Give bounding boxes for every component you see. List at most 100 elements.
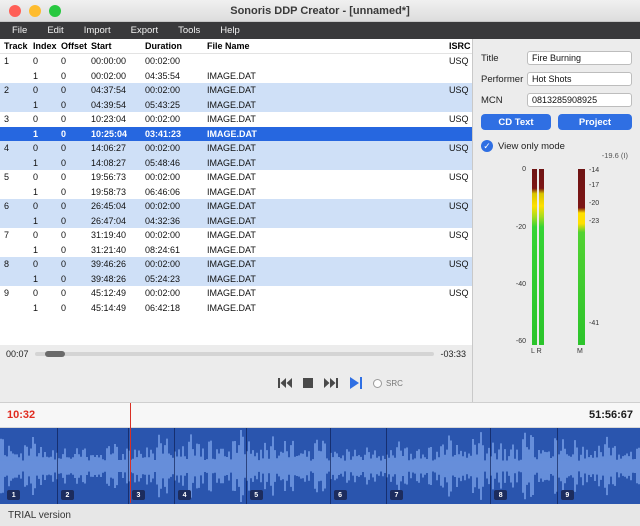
scrub-slider[interactable] xyxy=(35,352,435,356)
column-header-index[interactable]: Index xyxy=(29,41,57,51)
table-body: 10000:00:0000:02:00USQ1000:02:0004:35:54… xyxy=(0,54,472,315)
table-row[interactable]: 1045:14:4906:42:18IMAGE.DAT xyxy=(0,301,472,316)
table-row[interactable]: 1000:02:0004:35:54IMAGE.DAT xyxy=(0,69,472,84)
cell-offset: 0 xyxy=(57,274,87,284)
column-header-duration[interactable]: Duration xyxy=(141,41,203,51)
column-header-file-name[interactable]: File Name xyxy=(203,41,445,51)
menu-item-export[interactable]: Export xyxy=(121,22,168,39)
cell-track: 9 xyxy=(0,288,29,298)
playhead-line[interactable] xyxy=(130,403,132,503)
menu-item-file[interactable]: File xyxy=(2,22,37,39)
column-header-offset[interactable]: Offset xyxy=(57,41,87,51)
cell-start: 10:23:04 xyxy=(87,114,141,124)
cell-offset: 0 xyxy=(57,56,87,66)
table-row[interactable]: 1031:21:4008:24:61IMAGE.DAT xyxy=(0,243,472,258)
cell-offset: 0 xyxy=(57,259,87,269)
cell-start: 39:46:26 xyxy=(87,259,141,269)
cell-file: IMAGE.DAT xyxy=(203,129,445,139)
trial-version-label: TRIAL version xyxy=(8,510,71,521)
meter-bar-right xyxy=(539,169,544,345)
column-header-start[interactable]: Start xyxy=(87,41,141,51)
scrub-handle[interactable] xyxy=(45,351,65,357)
table-row[interactable]: 1039:48:2605:24:23IMAGE.DAT xyxy=(0,272,472,287)
cell-duration: 05:24:23 xyxy=(141,274,203,284)
src-toggle[interactable]: SRC xyxy=(373,379,403,388)
waveform[interactable]: 1 2 3 4 5 6 7 8 9 xyxy=(0,428,640,504)
table-row[interactable]: 70031:19:4000:02:00IMAGE.DATUSQ xyxy=(0,228,472,243)
play-button[interactable] xyxy=(349,377,362,389)
track-badge[interactable]: 3 xyxy=(132,490,145,500)
table-row[interactable]: 1019:58:7306:46:06IMAGE.DAT xyxy=(0,185,472,200)
track-badge[interactable]: 9 xyxy=(561,490,574,500)
cell-start: 26:47:04 xyxy=(87,216,141,226)
track-badge[interactable]: 6 xyxy=(334,490,347,500)
cell-duration: 00:02:00 xyxy=(141,288,203,298)
cell-index: 0 xyxy=(29,56,57,66)
track-badge[interactable]: 5 xyxy=(250,490,263,500)
table-row[interactable]: 1026:47:0404:32:36IMAGE.DAT xyxy=(0,214,472,229)
next-track-button[interactable] xyxy=(324,378,338,388)
menu-item-tools[interactable]: Tools xyxy=(168,22,210,39)
project-button[interactable]: Project xyxy=(558,114,632,130)
meter-bar-left xyxy=(532,169,537,345)
cell-file: IMAGE.DAT xyxy=(203,114,445,124)
transport-controls: SRC xyxy=(278,370,403,396)
cell-isrc: USQ xyxy=(445,172,472,182)
cell-file: IMAGE.DAT xyxy=(203,288,445,298)
track-badge[interactable]: 4 xyxy=(178,490,191,500)
checkbox-checked-icon: ✓ xyxy=(481,140,493,152)
table-row[interactable]: 90045:12:4900:02:00IMAGE.DATUSQ xyxy=(0,286,472,301)
cell-start: 45:12:49 xyxy=(87,288,141,298)
cell-track: 2 xyxy=(0,85,29,95)
meter-scale-label: -20 xyxy=(516,224,526,231)
cell-start: 14:08:27 xyxy=(87,158,141,168)
cell-file: IMAGE.DAT xyxy=(203,158,445,168)
menu-bar: FileEditImportExportToolsHelp xyxy=(0,22,640,39)
meter-scale-label: -41 xyxy=(589,320,599,327)
menu-item-help[interactable]: Help xyxy=(210,22,250,39)
table-row[interactable]: 40014:06:2700:02:00IMAGE.DATUSQ xyxy=(0,141,472,156)
track-badge[interactable]: 7 xyxy=(390,490,403,500)
cell-file: IMAGE.DAT xyxy=(203,230,445,240)
properties-panel: Title Performer MCN CD Text Project ✓ Vi… xyxy=(473,39,640,402)
cell-isrc: USQ xyxy=(445,230,472,240)
cell-file: IMAGE.DAT xyxy=(203,216,445,226)
cd-text-button[interactable]: CD Text xyxy=(481,114,551,130)
zoom-button[interactable] xyxy=(49,5,61,17)
app-window: Sonoris DDP Creator - [unnamed*] FileEdi… xyxy=(0,0,640,526)
cell-duration: 00:02:00 xyxy=(141,201,203,211)
cell-file: IMAGE.DAT xyxy=(203,187,445,197)
menu-item-import[interactable]: Import xyxy=(74,22,121,39)
performer-input[interactable] xyxy=(527,72,632,86)
cell-start: 00:02:00 xyxy=(87,71,141,81)
cell-start: 00:00:00 xyxy=(87,56,141,66)
cell-start: 19:56:73 xyxy=(87,172,141,182)
menu-item-edit[interactable]: Edit xyxy=(37,22,73,39)
table-row[interactable]: 1004:39:5405:43:25IMAGE.DAT xyxy=(0,98,472,113)
close-button[interactable] xyxy=(9,5,21,17)
mcn-input[interactable] xyxy=(527,93,632,107)
table-row[interactable]: 80039:46:2600:02:00IMAGE.DATUSQ xyxy=(0,257,472,272)
table-row[interactable]: 20004:37:5400:02:00IMAGE.DATUSQ xyxy=(0,83,472,98)
previous-track-button[interactable] xyxy=(278,378,292,388)
cell-offset: 0 xyxy=(57,71,87,81)
table-row[interactable]: 60026:45:0400:02:00IMAGE.DATUSQ xyxy=(0,199,472,214)
stop-button[interactable] xyxy=(303,378,313,388)
table-row[interactable]: 1010:25:0403:41:23IMAGE.DAT xyxy=(0,127,472,142)
table-row[interactable]: 1014:08:2705:48:46IMAGE.DAT xyxy=(0,156,472,171)
column-header-isrc[interactable]: ISRC xyxy=(445,41,472,51)
track-badge[interactable]: 1 xyxy=(7,490,20,500)
table-row[interactable]: 50019:56:7300:02:00IMAGE.DATUSQ xyxy=(0,170,472,185)
track-badge[interactable]: 2 xyxy=(61,490,74,500)
cell-track: 4 xyxy=(0,143,29,153)
cell-file: IMAGE.DAT xyxy=(203,71,445,81)
window-controls xyxy=(9,5,61,17)
track-badge[interactable]: 8 xyxy=(494,490,507,500)
cell-file: IMAGE.DAT xyxy=(203,274,445,284)
mcn-label: MCN xyxy=(481,95,527,106)
column-header-track[interactable]: Track xyxy=(0,41,29,51)
title-input[interactable] xyxy=(527,51,632,65)
table-row[interactable]: 10000:00:0000:02:00USQ xyxy=(0,54,472,69)
minimize-button[interactable] xyxy=(29,5,41,17)
table-row[interactable]: 30010:23:0400:02:00IMAGE.DATUSQ xyxy=(0,112,472,127)
